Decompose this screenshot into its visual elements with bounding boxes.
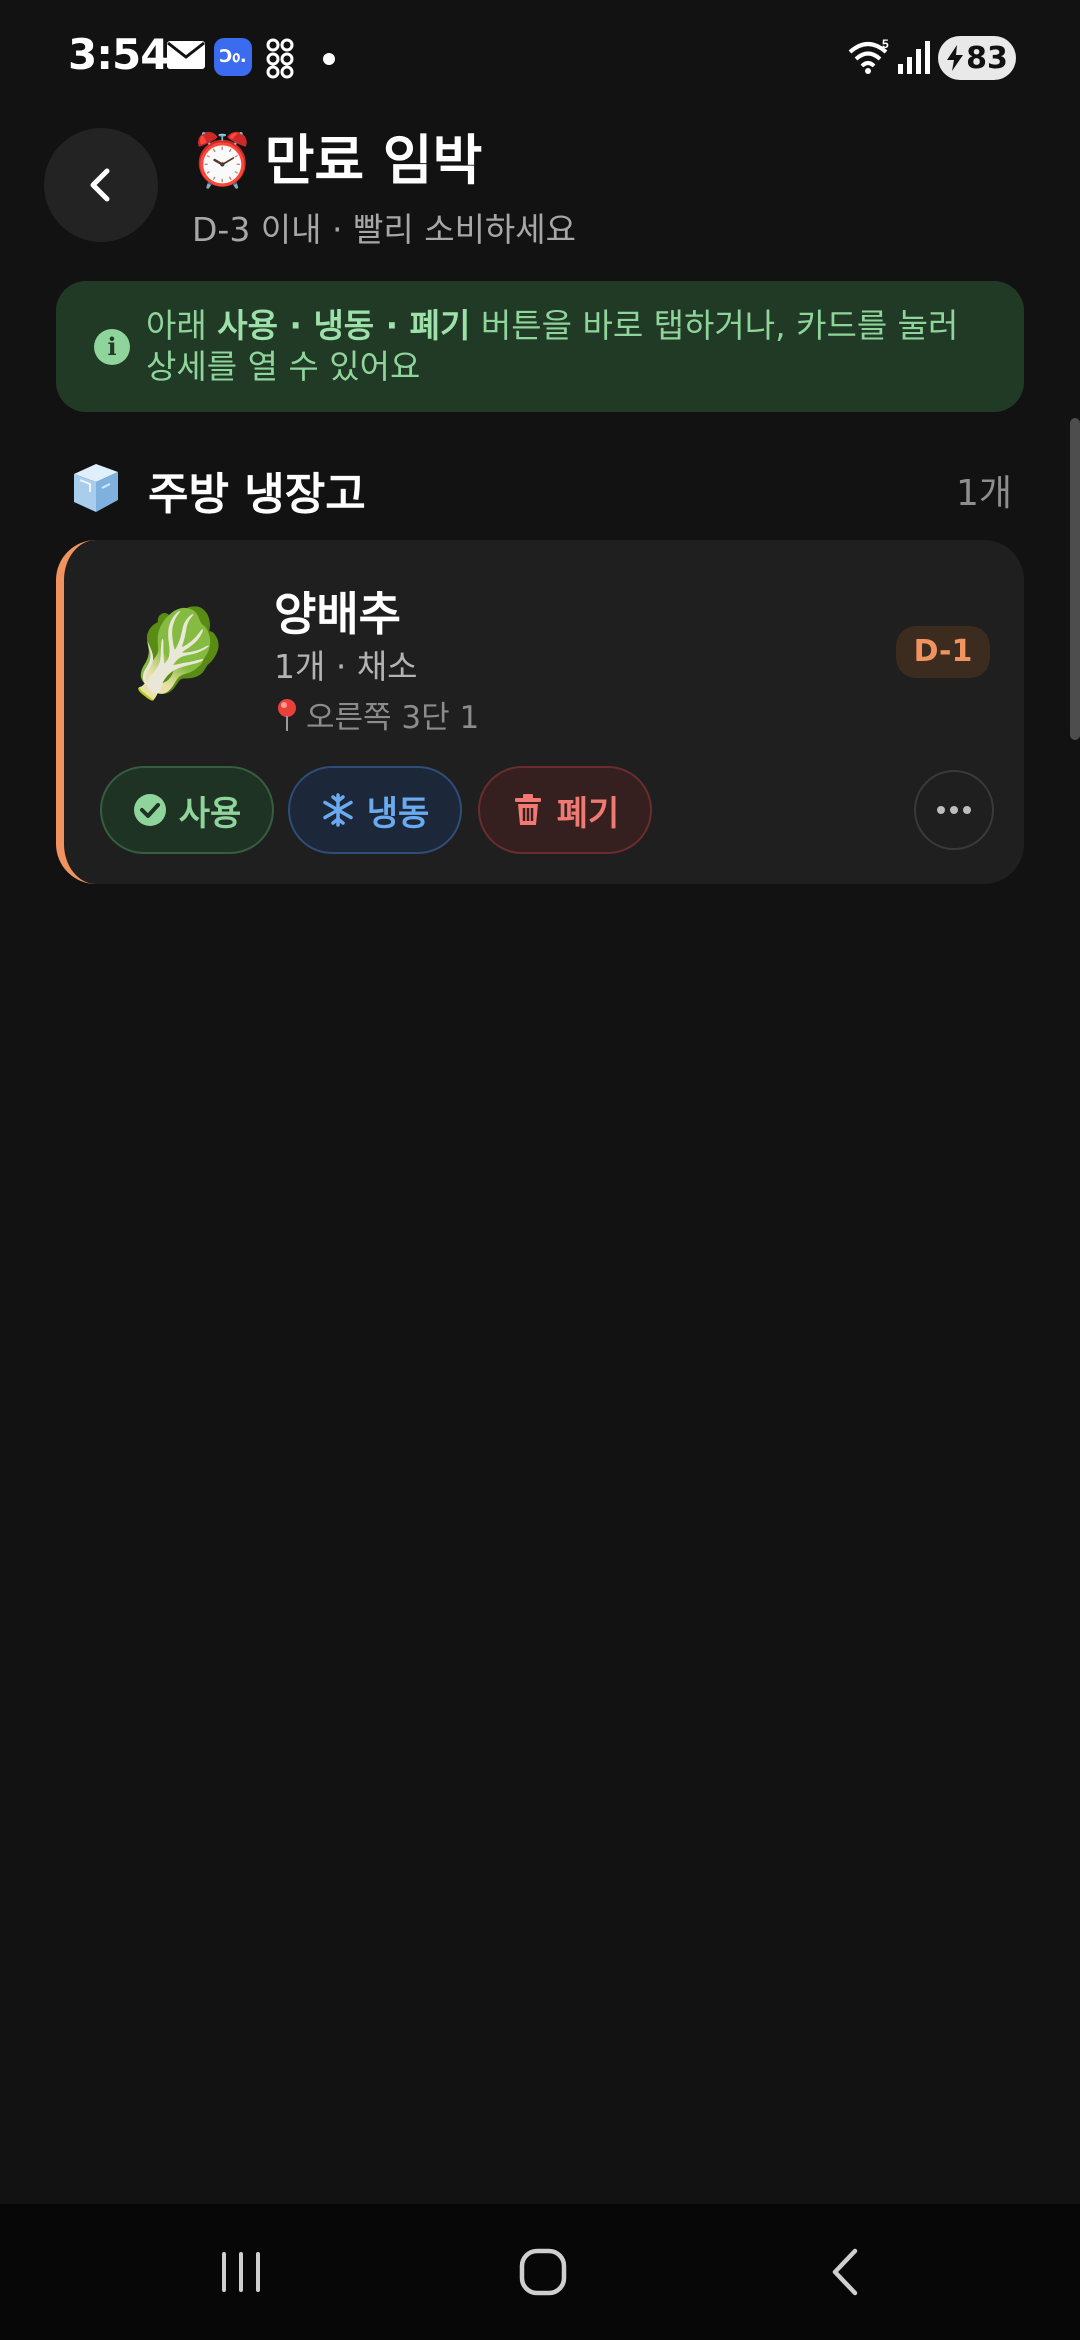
section-count: 1개	[955, 473, 1012, 514]
page-subtitle: D-3 이내 · 빨리 소비하세요	[192, 210, 577, 249]
scrollbar[interactable]	[1070, 418, 1080, 740]
recents-button[interactable]	[206, 2240, 276, 2304]
chevron-left-icon	[90, 168, 110, 202]
section-title: 주방 냉장고	[148, 469, 366, 520]
discard-button-label: 폐기	[556, 793, 620, 834]
page-title: 만료 임박	[264, 129, 483, 192]
home-icon	[519, 2248, 567, 2296]
ice-cube-icon	[74, 464, 118, 512]
use-button[interactable]: 사용	[100, 766, 274, 854]
mail-icon	[167, 41, 205, 69]
system-back-button[interactable]	[810, 2240, 880, 2304]
dot-icon	[323, 53, 335, 65]
dday-badge: D-1	[896, 626, 990, 678]
battery-level: 83	[966, 40, 1008, 76]
info-banner: i 아래 사용 · 냉동 · 폐기 버튼을 바로 탭하거나, 카드를 눌러 상세…	[56, 281, 1024, 412]
info-icon: i	[94, 329, 130, 365]
more-horizontal-icon	[937, 806, 971, 814]
item-meta: 1개 · 채소	[274, 647, 418, 686]
app-badge-icon: Ɔ᥆.	[214, 38, 252, 76]
battery-indicator: 83	[938, 36, 1016, 80]
freeze-button-label: 냉동	[366, 793, 430, 834]
snowflake-icon	[322, 793, 353, 827]
back-icon	[832, 2248, 858, 2296]
info-text-prefix: 아래	[146, 306, 218, 345]
signal-icon	[898, 41, 930, 74]
battery-charging-icon	[947, 45, 964, 71]
status-bar: 3:54 Ɔ᥆. 5 83	[0, 0, 1080, 110]
trash-icon	[514, 794, 541, 825]
pin-icon	[278, 698, 296, 731]
wifi-icon: 5	[848, 37, 889, 74]
back-button[interactable]	[44, 128, 158, 242]
item-location: 오른쪽 3단 1	[274, 692, 479, 737]
home-button[interactable]	[508, 2240, 578, 2304]
section-header: 주방 냉장고 1개	[66, 452, 1016, 522]
grid-icon	[266, 38, 294, 79]
recents-icon	[222, 2252, 260, 2292]
item-card[interactable]: 🥬 양배추 1개 · 채소 오른쪽 3단 1 D-1 사용 냉동 폐기	[56, 540, 1024, 884]
page-title-row: ⏰ 만료 임박	[190, 130, 482, 192]
item-location-text: 오른쪽 3단 1	[306, 700, 480, 736]
nav-bar	[0, 2204, 1080, 2340]
svg-text:5: 5	[882, 37, 889, 51]
item-name: 양배추	[274, 587, 401, 641]
screen: 3:54 Ɔ᥆. 5 83 ⏰ 만료 임박 D-3 이내 · 빨리 소비하세요 …	[0, 0, 1080, 2340]
info-text-bold: 사용 · 냉동 · 폐기	[217, 306, 471, 345]
discard-button[interactable]: 폐기	[478, 766, 652, 854]
item-emoji: 🥬	[124, 604, 232, 704]
check-circle-icon	[133, 794, 166, 826]
info-text: 아래 사용 · 냉동 · 폐기 버튼을 바로 탭하거나, 카드를 눌러 상세를 …	[146, 305, 996, 387]
alarm-clock-icon: ⏰	[190, 131, 255, 191]
status-time: 3:54	[68, 30, 169, 79]
freeze-button[interactable]: 냉동	[288, 766, 462, 854]
more-button[interactable]	[914, 770, 994, 850]
use-button-label: 사용	[178, 793, 242, 834]
